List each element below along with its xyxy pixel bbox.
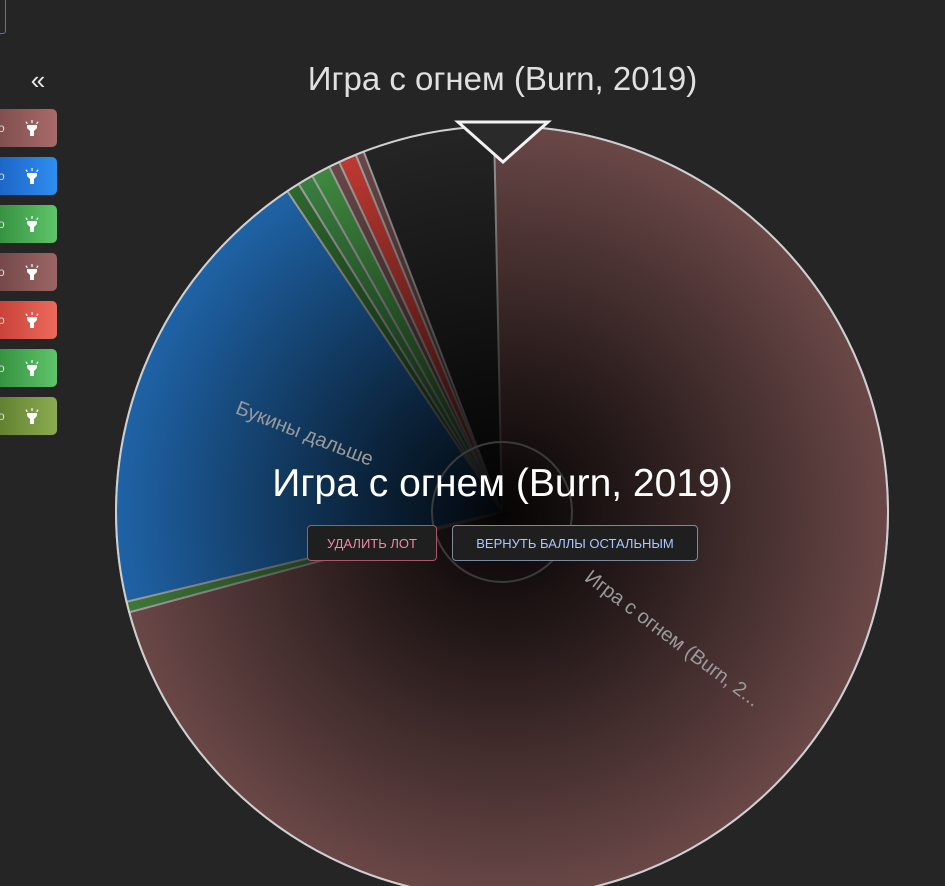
wheel-shading <box>116 126 888 886</box>
wheel[interactable]: Игра с огнем (Burn, 2...Букины дальше <box>0 0 945 886</box>
winner-title: Игра с огнем (Burn, 2019) <box>272 462 733 505</box>
return-points-button[interactable]: ВЕРНУТЬ БАЛЛЫ ОСТАЛЬНЫМ <box>452 525 698 561</box>
delete-lot-button[interactable]: УДАЛИТЬ ЛОТ <box>307 525 437 561</box>
